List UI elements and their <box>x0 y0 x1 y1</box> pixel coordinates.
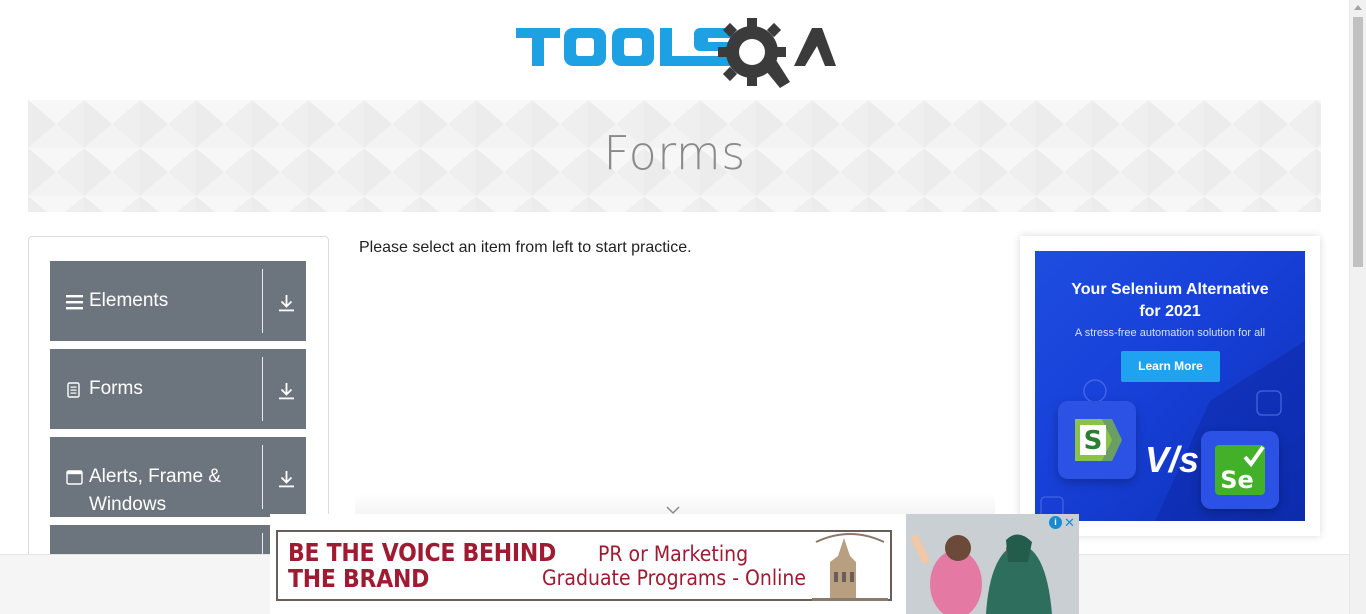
download-icon[interactable] <box>278 294 295 317</box>
hamburger-icon <box>66 294 83 315</box>
se-letters: Se <box>1220 466 1254 494</box>
divider <box>262 445 263 509</box>
selenium-logo-tile: Se <box>1201 431 1279 509</box>
download-icon[interactable] <box>278 382 295 405</box>
ad-right-line1: PR or Marketing <box>598 542 749 566</box>
divider <box>262 357 263 421</box>
download-icon[interactable] <box>278 470 295 493</box>
ad-photo <box>906 514 1079 614</box>
learn-more-button[interactable]: Learn More <box>1121 351 1220 382</box>
ad-left-line1: BE THE VOICE BEHIND <box>288 538 556 567</box>
ad-headline: Your Selenium Alternative for 2021 <box>1035 279 1305 323</box>
sidebar-group-label-line2: Windows <box>89 494 167 515</box>
window-icon <box>66 470 83 490</box>
ad-headline-line1: Your Selenium Alternative <box>1071 281 1269 298</box>
university-seal-icon <box>812 533 888 601</box>
sidebar-group-label: Elements <box>89 290 169 311</box>
page-banner: Forms <box>28 100 1321 212</box>
ad-headline-line2: for 2021 <box>1139 303 1201 320</box>
sidebar-group-elements[interactable]: Elements <box>50 261 306 341</box>
side-ad-creative[interactable]: Your Selenium Alternative for 2021 A str… <box>1035 251 1305 521</box>
scroll-up-arrow-icon[interactable] <box>1354 5 1362 10</box>
side-advertisement[interactable]: Your Selenium Alternative for 2021 A str… <box>1020 236 1320 536</box>
divider <box>262 269 263 333</box>
sidebar-group-label: Alerts, Frame & <box>89 466 221 487</box>
sidebar-group-label: Forms <box>89 378 143 399</box>
ad-left-line2: THE BRAND <box>288 564 430 593</box>
page-title: Forms <box>603 126 746 180</box>
instruction-text: Please select an item from left to start… <box>359 239 692 256</box>
sidebar-group-alerts-frame-windows[interactable]: Alerts, Frame & Windows <box>50 437 306 517</box>
s-letter: S <box>1084 426 1103 456</box>
scrollbar-thumb[interactable] <box>1353 17 1363 267</box>
bottom-ad-frame: BE THE VOICE BEHIND THE BRAND PR or Mark… <box>276 530 892 601</box>
ad-info-icon[interactable]: i <box>1049 516 1062 529</box>
close-icon[interactable]: ✕ <box>1062 516 1077 529</box>
bottom-advertisement[interactable]: BE THE VOICE BEHIND THE BRAND PR or Mark… <box>270 514 1079 614</box>
ad-subline: A stress-free automation solution for al… <box>1074 327 1266 339</box>
toolsqa-logo[interactable] <box>514 16 838 90</box>
versus-text: V/s <box>1145 439 1200 480</box>
sidebar-group-forms[interactable]: Forms <box>50 349 306 429</box>
page: Forms Elements Forms Alerts, Frame & Win… <box>0 0 1366 614</box>
document-icon <box>66 382 81 403</box>
s-logo-tile: S <box>1058 401 1136 479</box>
ad-right-line2: Graduate Programs - Online <box>542 566 806 590</box>
vertical-scrollbar[interactable] <box>1349 0 1366 614</box>
